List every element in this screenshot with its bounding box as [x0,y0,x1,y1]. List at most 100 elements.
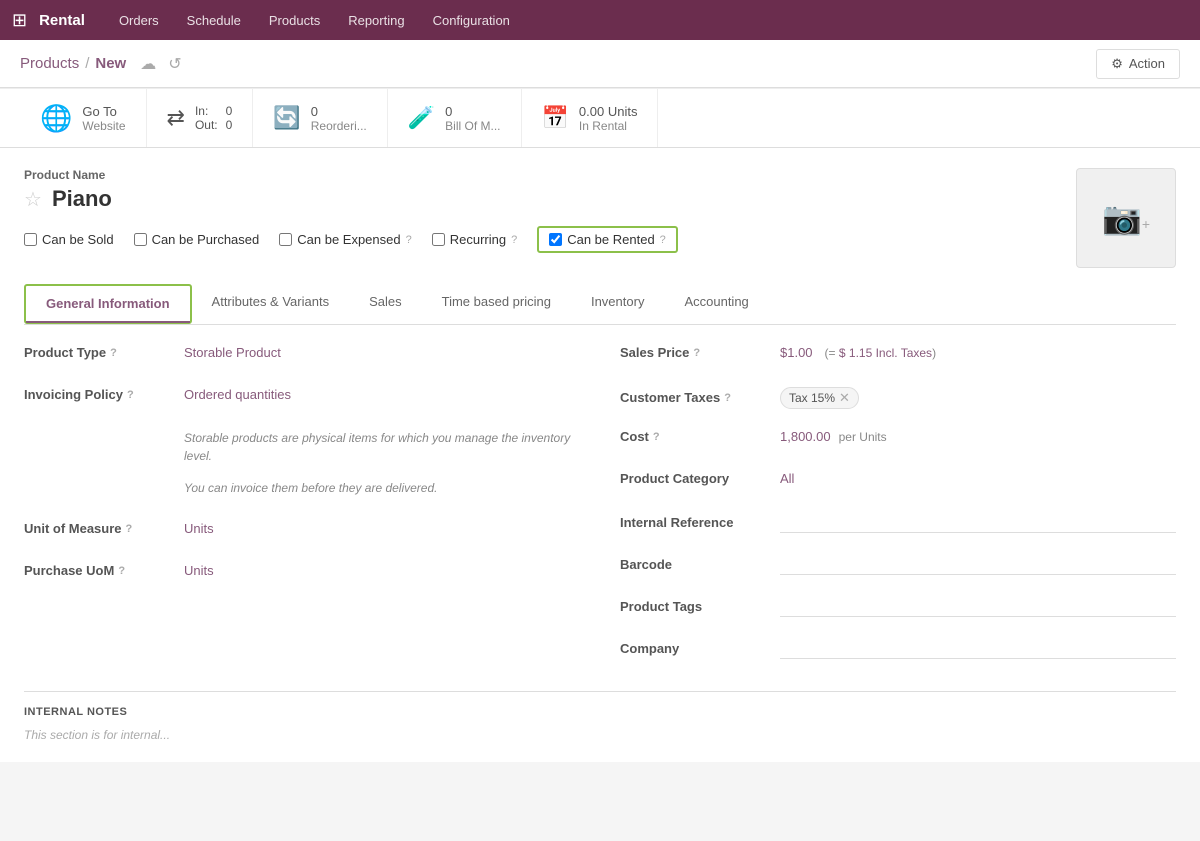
breadcrumb-current: New [95,55,126,72]
can-be-sold-label: Can be Sold [42,232,114,247]
customer-taxes-row: Customer Taxes ? Tax 15% ✕ [620,387,1176,415]
nav-reporting[interactable]: Reporting [334,0,418,40]
recurring-input[interactable] [432,233,445,246]
purchase-uom-value[interactable]: Units [184,563,580,578]
bom-text: 0 Bill Of M... [445,104,500,133]
sales-price-label: Sales Price ? [620,345,780,360]
general-information-tab-wrapper: General Information [24,284,192,324]
go-to-website-button[interactable]: 🌐 Go To Website [20,89,147,147]
product-type-row: Product Type ? Storable Product [24,345,580,373]
incl-taxes-text: (= $ 1.15 Incl. Taxes) [825,346,937,360]
action-button-label: Action [1129,56,1165,71]
product-header: Product Name ☆ Can be Sold Can be Purcha… [24,168,1176,268]
can-be-expensed-checkbox[interactable]: Can be Expensed ? [279,232,411,247]
tab-inventory[interactable]: Inventory [571,284,664,325]
barcode-row: Barcode [620,555,1176,583]
product-category-value[interactable]: All [780,471,1176,486]
company-row: Company [620,639,1176,667]
product-type-label: Product Type ? [24,345,184,360]
product-name-row: ☆ [24,186,1056,212]
barcode-input[interactable] [780,555,1176,575]
tax-badge-remove[interactable]: ✕ [839,390,850,406]
reordering-text: 0 Reorderi... [311,104,367,133]
tax-badge-label: Tax 15% [789,391,835,405]
checkboxes-row: Can be Sold Can be Purchased Can be Expe… [24,226,1056,253]
product-type-help-icon: ? [110,347,117,359]
can-be-rented-box: Can be Rented ? [537,226,678,253]
app-name[interactable]: Rental [39,12,85,29]
internal-notes-hint: This section is for internal... [24,728,1176,742]
rental-value: 0.00 Units [579,104,638,119]
uom-help-icon: ? [126,523,133,535]
unit-of-measure-row: Unit of Measure ? Units [24,521,580,549]
unit-of-measure-value[interactable]: Units [184,521,580,536]
cost-help-icon: ? [653,431,660,443]
smart-buttons-row: 🌐 Go To Website ⇄ In: 0 Out: 0 🔄 0 Reord… [0,88,1200,148]
tab-sales[interactable]: Sales [349,284,422,325]
product-tags-value [780,597,1176,617]
in-out-button[interactable]: ⇄ In: 0 Out: 0 [147,89,254,147]
transfer-icon: ⇄ [167,105,185,131]
sales-price-help-icon: ? [693,347,700,359]
can-be-purchased-label: Can be Purchased [152,232,260,247]
storable-hint-row: Storable products are physical items for… [24,429,580,465]
cost-value: 1,800.00 per Units [780,429,1176,444]
internal-notes-section: INTERNAL NOTES [24,691,1176,718]
breadcrumb-separator: / [85,55,89,72]
tabs-row: General Information Attributes & Variant… [24,284,1176,325]
purchase-uom-label: Purchase UoM ? [24,563,184,578]
out-label: Out: [195,118,218,132]
can-be-rented-input[interactable] [549,233,562,246]
tab-time-based-pricing[interactable]: Time based pricing [422,284,571,325]
can-be-rented-checkbox[interactable]: Can be Rented ? [549,232,666,247]
internal-reference-input[interactable] [780,513,1176,533]
bill-of-materials-button[interactable]: 🧪 0 Bill Of M... [388,89,522,147]
reordering-button[interactable]: 🔄 0 Reorderi... [253,89,387,147]
product-category-row: Product Category All [620,471,1176,499]
can-be-purchased-input[interactable] [134,233,147,246]
app-grid-icon[interactable]: ⊞ [12,10,27,31]
barcode-value [780,555,1176,575]
can-be-expensed-label: Can be Expensed [297,232,400,247]
in-out-text: In: 0 Out: 0 [195,104,232,132]
undo-icon[interactable]: ↺ [168,54,181,74]
flask-icon: 🧪 [408,105,435,131]
product-tags-input[interactable] [780,597,1176,617]
product-name-label: Product Name [24,168,1056,182]
product-name-input[interactable] [52,186,452,212]
company-input[interactable] [780,639,1176,659]
cost-amount[interactable]: 1,800.00 [780,429,831,444]
tab-attributes-variants[interactable]: Attributes & Variants [192,284,350,325]
can-be-sold-checkbox[interactable]: Can be Sold [24,232,114,247]
barcode-label: Barcode [620,557,780,572]
go-to-label: Go To [82,104,125,119]
rented-help-icon: ? [660,234,666,246]
tab-accounting[interactable]: Accounting [664,284,768,325]
product-image[interactable]: 📷+ [1076,168,1176,268]
recurring-checkbox[interactable]: Recurring ? [432,232,517,247]
sales-price-amount[interactable]: $1.00 [780,345,813,360]
invoicing-policy-value[interactable]: Ordered quantities [184,387,580,402]
breadcrumb-bar: Products / New ☁ ↺ ⚙ Action [0,40,1200,88]
form-right-column: Sales Price ? $1.00 (= $ 1.15 Incl. Taxe… [620,345,1176,681]
breadcrumb-parent[interactable]: Products [20,55,79,72]
tab-general-information[interactable]: General Information [26,286,190,323]
purchase-uom-help-icon: ? [118,565,125,577]
upload-icon[interactable]: ☁ [140,54,156,74]
internal-reference-label: Internal Reference [620,515,780,530]
nav-orders[interactable]: Orders [105,0,173,40]
recurring-help-icon: ? [511,234,517,246]
can-be-purchased-checkbox[interactable]: Can be Purchased [134,232,260,247]
nav-configuration[interactable]: Configuration [419,0,524,40]
product-type-value[interactable]: Storable Product [184,345,580,360]
action-button[interactable]: ⚙ Action [1096,49,1180,79]
customer-taxes-value: Tax 15% ✕ [780,387,1176,409]
units-in-rental-button[interactable]: 📅 0.00 Units In Rental [522,89,659,147]
can-be-expensed-input[interactable] [279,233,292,246]
nav-schedule[interactable]: Schedule [173,0,255,40]
rental-label: In Rental [579,119,638,133]
nav-products[interactable]: Products [255,0,334,40]
can-be-sold-input[interactable] [24,233,37,246]
incl-taxes-link[interactable]: $ 1.15 Incl. Taxes [839,346,932,360]
favorite-star-icon[interactable]: ☆ [24,187,42,212]
